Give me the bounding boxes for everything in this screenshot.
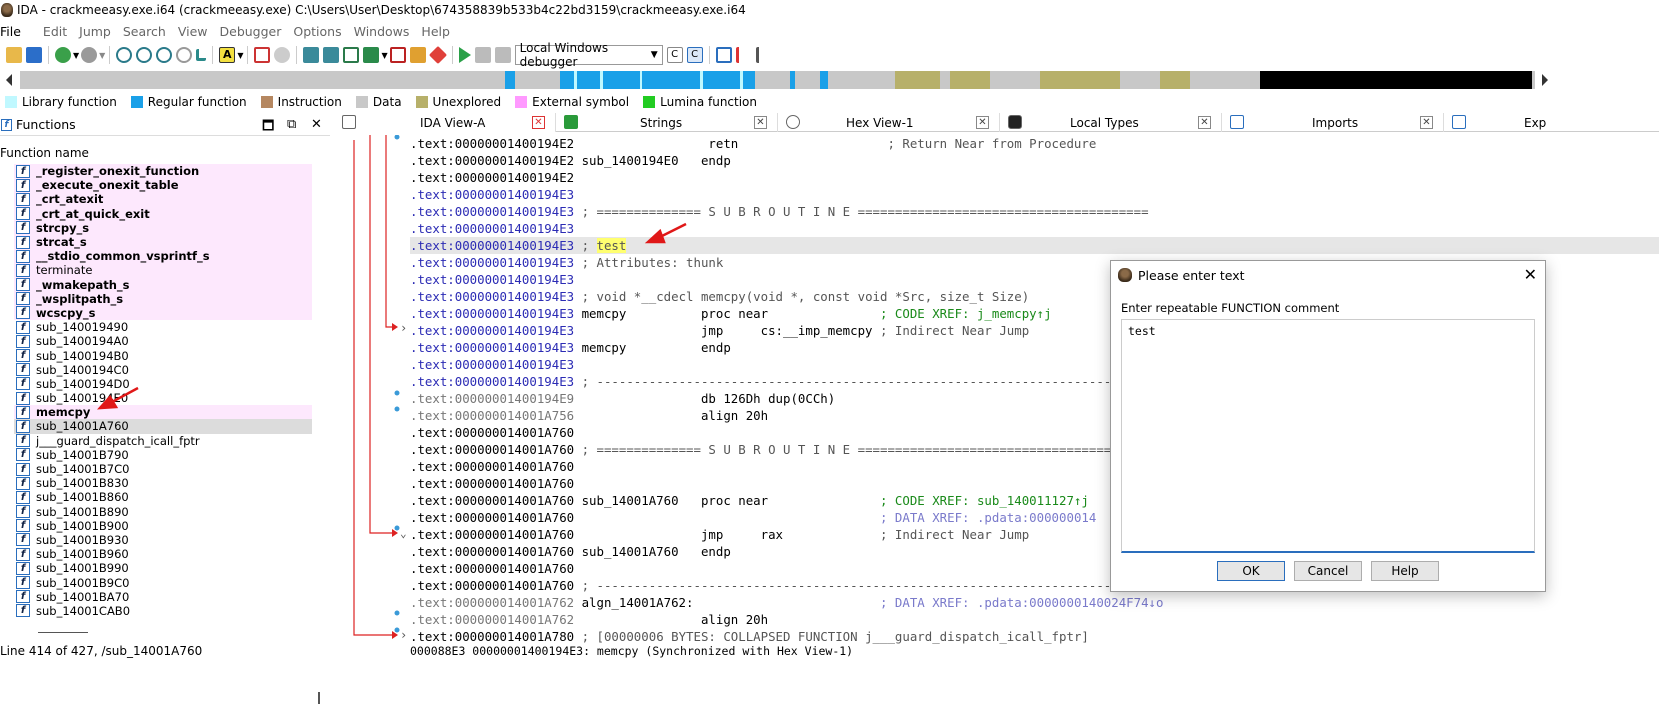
ida-app-icon xyxy=(1118,268,1132,282)
code-status-bar: 000088E3 00000001400194E3: memcpy (Synch… xyxy=(410,644,854,658)
ok-button[interactable]: OK xyxy=(1217,561,1285,581)
comment-textarea[interactable] xyxy=(1121,319,1535,553)
dialog-title-bar: Please enter text xyxy=(1111,261,1545,289)
close-icon[interactable]: ✕ xyxy=(1524,265,1537,284)
dialog-title: Please enter text xyxy=(1138,267,1245,283)
help-button[interactable]: Help xyxy=(1371,561,1439,581)
cancel-button[interactable]: Cancel xyxy=(1294,561,1362,581)
enter-text-dialog: Please enter text ✕ Enter repeatable FUN… xyxy=(1110,260,1546,592)
dialog-prompt: Enter repeatable FUNCTION comment xyxy=(1121,301,1340,315)
